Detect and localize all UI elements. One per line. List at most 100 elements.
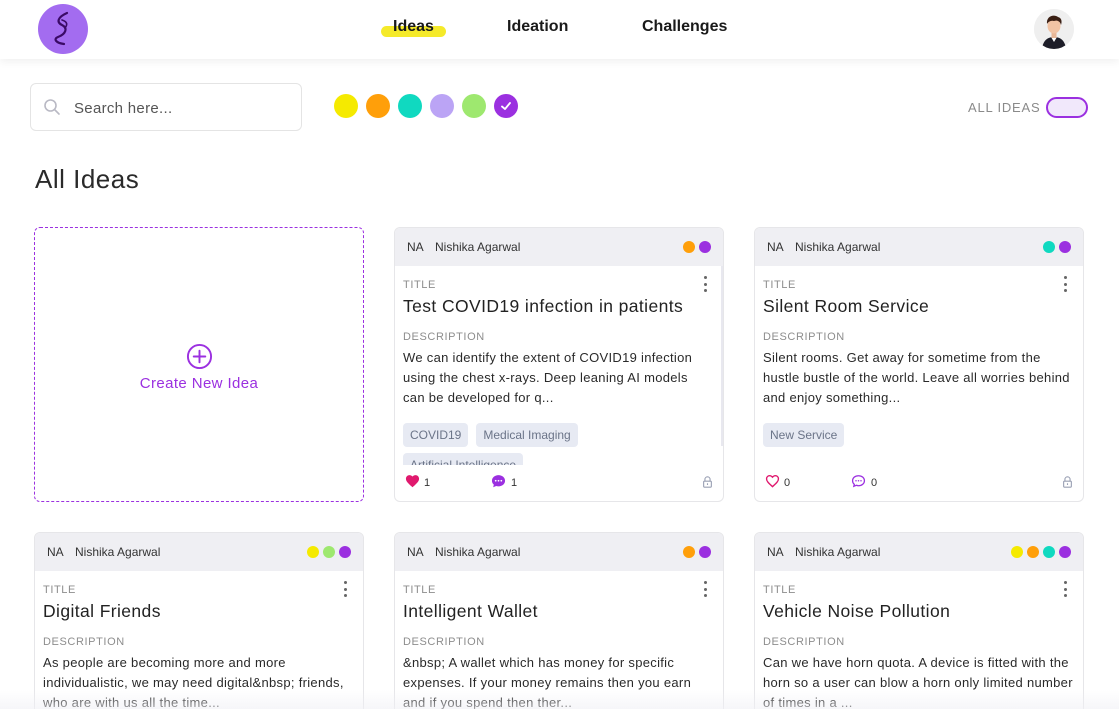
card-footer: 1 1 (395, 470, 723, 498)
author-name: Nishika Agarwal (435, 545, 521, 559)
more-options-icon[interactable] (1061, 581, 1069, 597)
comment-count: 0 (871, 477, 878, 489)
color-filter-purple[interactable] (494, 94, 518, 118)
card-scrollbar[interactable] (721, 266, 723, 446)
description-label: DESCRIPTION (403, 331, 485, 343)
author-initials: NA (407, 545, 424, 559)
title-label: TITLE (763, 279, 796, 291)
plus-circle-icon (186, 343, 212, 370)
description-label: DESCRIPTION (763, 331, 845, 343)
idea-card[interactable]: NA Nishika Agarwal TITLE Intelligent Wal… (394, 532, 724, 709)
tag-list: New Service (763, 423, 1063, 465)
color-filter-teal[interactable] (398, 94, 422, 118)
heart-filled-icon[interactable] (405, 474, 420, 488)
color-dot (323, 546, 335, 558)
nav-ideation[interactable]: Ideation (507, 18, 568, 36)
description-label: DESCRIPTION (763, 636, 845, 648)
lock-icon (703, 476, 712, 488)
comment-count: 1 (511, 477, 518, 489)
card-color-dots (683, 241, 711, 253)
top-navigation: Ideas Ideation Challenges (0, 0, 1119, 59)
color-filter-yellow[interactable] (334, 94, 358, 118)
tag[interactable]: Artificial Intelligence (403, 453, 524, 465)
user-avatar[interactable] (1034, 9, 1074, 49)
idea-description: We can identify the extent of COVID19 in… (403, 350, 693, 405)
color-dot (339, 546, 351, 558)
more-options-icon[interactable] (1061, 276, 1069, 292)
idea-description: As people are becoming more and more ind… (43, 655, 344, 709)
author-name: Nishika Agarwal (795, 545, 881, 559)
author-initials: NA (767, 240, 784, 254)
idea-title: Vehicle Noise Pollution (763, 601, 951, 621)
nav-ideas-label: Ideas (393, 18, 434, 35)
author-initials: NA (47, 545, 64, 559)
card-header: NA Nishika Agarwal (395, 228, 723, 266)
title-label: TITLE (403, 584, 436, 596)
color-dot (1059, 241, 1071, 253)
like-count: 0 (784, 477, 791, 489)
tag[interactable]: COVID19 (403, 423, 469, 447)
more-options-icon[interactable] (701, 581, 709, 597)
nav-challenges[interactable]: Challenges (642, 18, 727, 36)
idea-title: Digital Friends (43, 601, 161, 621)
card-color-dots (1043, 241, 1071, 253)
color-dot (683, 546, 695, 558)
tag[interactable]: New Service (763, 423, 845, 447)
title-label: TITLE (43, 584, 76, 596)
nav-ideas[interactable]: Ideas (381, 18, 446, 37)
idea-description: Silent rooms. Get away for sometime from… (763, 350, 1070, 405)
color-dot (699, 546, 711, 558)
color-dot (1027, 546, 1039, 558)
create-new-idea-label: Create New Idea (139, 375, 259, 392)
app-logo[interactable] (38, 4, 88, 54)
idea-card[interactable]: NA Nishika Agarwal TITLE Silent Room Ser… (754, 227, 1084, 502)
comment-outline-icon[interactable] (851, 474, 866, 488)
search-box (30, 83, 302, 131)
card-header: NA Nishika Agarwal (395, 533, 723, 571)
description-label: DESCRIPTION (43, 636, 125, 648)
create-new-idea-card[interactable]: Create New Idea (34, 227, 364, 502)
author-name: Nishika Agarwal (795, 240, 881, 254)
author-name: Nishika Agarwal (75, 545, 161, 559)
card-color-dots (1011, 546, 1071, 558)
color-filter-orange[interactable] (366, 94, 390, 118)
author-initials: NA (767, 545, 784, 559)
tag-list: COVID19 Medical Imaging Artificial Intel… (403, 423, 703, 465)
idea-card[interactable]: NA Nishika Agarwal TITLE Vehicle Noise P… (754, 532, 1084, 709)
logo-icon (54, 11, 69, 46)
description-label: DESCRIPTION (403, 636, 485, 648)
color-dot (307, 546, 319, 558)
idea-description: &nbsp; A wallet which has money for spec… (403, 655, 692, 709)
idea-title: Intelligent Wallet (403, 601, 538, 621)
color-dot (1043, 241, 1055, 253)
color-filter-green[interactable] (462, 94, 486, 118)
all-ideas-toggle[interactable] (1046, 97, 1088, 118)
all-ideas-toggle-label: ALL IDEAS (968, 100, 1041, 115)
card-footer: 0 0 (755, 470, 1083, 498)
search-input[interactable] (74, 96, 289, 120)
idea-card[interactable]: NA Nishika Agarwal TITLE Test COVID19 in… (394, 227, 724, 502)
comment-filled-icon[interactable] (491, 474, 506, 488)
nav-challenges-label: Challenges (642, 18, 728, 35)
more-options-icon[interactable] (701, 276, 709, 292)
color-dot (1043, 546, 1055, 558)
idea-card[interactable]: NA Nishika Agarwal TITLE Digital Friends… (34, 532, 364, 709)
heart-outline-icon[interactable] (765, 474, 780, 488)
lock-icon (1063, 476, 1072, 488)
card-header: NA Nishika Agarwal (755, 533, 1083, 571)
color-dot (683, 241, 695, 253)
card-header: NA Nishika Agarwal (755, 228, 1083, 266)
title-label: TITLE (403, 279, 436, 291)
color-filter-lavender[interactable] (430, 94, 454, 118)
author-initials: NA (407, 240, 424, 254)
more-options-icon[interactable] (341, 581, 349, 597)
title-label: TITLE (763, 584, 796, 596)
color-dot (1011, 546, 1023, 558)
tag[interactable]: Medical Imaging (476, 423, 578, 447)
card-header: NA Nishika Agarwal (35, 533, 363, 571)
idea-title: Silent Room Service (763, 296, 930, 316)
idea-title: Test COVID19 infection in patients (403, 296, 684, 316)
like-count: 1 (424, 477, 431, 489)
page-title: All Ideas (35, 164, 140, 194)
user-avatar-icon (1034, 9, 1074, 49)
